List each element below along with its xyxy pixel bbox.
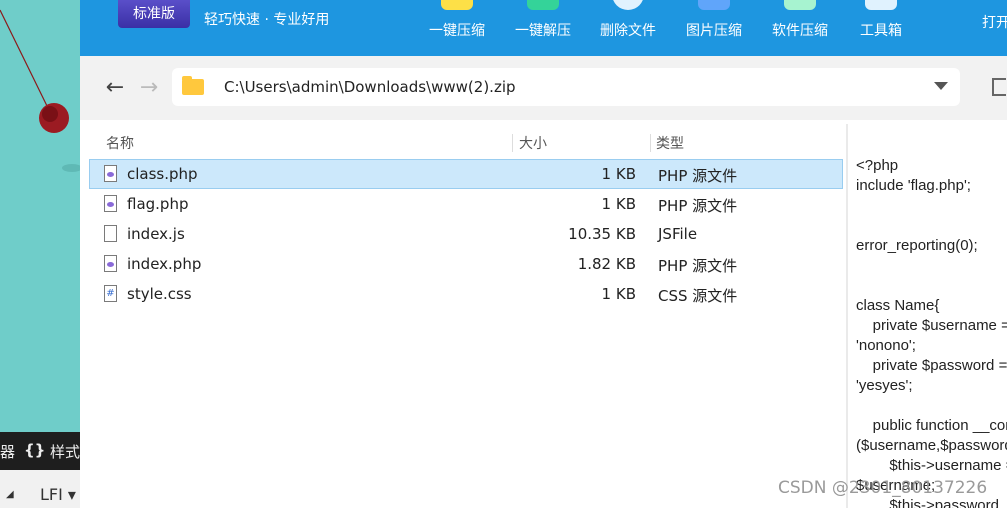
archive-window: 标准版 轻巧快速 · 专业好用 一键压缩 一键解压 删除文件 图片压缩 软件压缩… xyxy=(80,0,1007,508)
app-slogan: 轻巧快速 · 专业好用 xyxy=(204,12,330,28)
file-name: class.php xyxy=(127,165,198,183)
file-type: PHP 源文件 xyxy=(658,167,738,185)
background-dev-toolbar: 器 {} 样式 xyxy=(0,432,80,470)
column-divider[interactable] xyxy=(650,134,651,152)
image-compress-label: 图片压缩 xyxy=(686,23,742,39)
folder-icon xyxy=(182,76,204,95)
file-name: index.js xyxy=(127,225,185,243)
image-icon xyxy=(698,0,730,10)
software-compress-button[interactable]: 软件压缩 xyxy=(757,0,843,56)
forward-arrow-icon[interactable]: → xyxy=(136,76,162,100)
background-toolbar-item: 样式 xyxy=(50,443,80,461)
address-row: ← → C:\Users\admin\Downloads\www(2).zip xyxy=(80,56,1007,120)
extract-label: 一键解压 xyxy=(515,23,571,39)
watermark: CSDN @2301_80137226 xyxy=(778,478,988,498)
file-type: JSFile xyxy=(658,225,698,243)
file-row[interactable]: # style.css 1 KB CSS 源文件 xyxy=(90,280,842,308)
blank-file-icon xyxy=(104,225,117,242)
file-size: 10.35 KB xyxy=(568,225,636,243)
delete-label: 删除文件 xyxy=(600,23,656,39)
column-header-size[interactable]: 大小 xyxy=(519,133,547,153)
file-name: flag.php xyxy=(127,195,189,213)
file-row[interactable]: index.php 1.82 KB PHP 源文件 xyxy=(90,250,842,278)
software-compress-label: 软件压缩 xyxy=(772,23,828,39)
php-file-icon xyxy=(104,255,117,272)
toolbox-button[interactable]: 工具箱 xyxy=(838,0,924,56)
chevron-down-icon[interactable] xyxy=(934,82,948,90)
app-logo: 标准版 xyxy=(118,0,190,28)
delete-file-button[interactable]: 删除文件 xyxy=(585,0,671,56)
compress-label: 一键压缩 xyxy=(429,23,485,39)
extract-button[interactable]: 一键解压 xyxy=(500,0,586,56)
archive-path: C:\Users\admin\Downloads\www(2).zip xyxy=(224,78,516,96)
corner-triangle-icon: ◢ xyxy=(6,489,14,500)
decorative-drawing xyxy=(0,9,80,172)
column-divider[interactable] xyxy=(512,134,513,152)
background-app: 器 {} 样式 ◢ LFI ▾ xyxy=(0,0,80,508)
file-row[interactable]: class.php 1 KB PHP 源文件 xyxy=(89,159,843,189)
file-type: PHP 源文件 xyxy=(658,197,738,215)
top-toolbar: 标准版 轻巧快速 · 专业好用 一键压缩 一键解压 删除文件 图片压缩 软件压缩… xyxy=(80,0,1007,56)
column-header-type[interactable]: 类型 xyxy=(656,133,684,153)
view-mode-icon[interactable] xyxy=(992,78,1006,96)
edition-label: 标准版 xyxy=(133,6,175,22)
file-preview-pane[interactable]: <?php include 'flag.php'; error_reportin… xyxy=(846,124,1007,508)
file-type: PHP 源文件 xyxy=(658,257,738,275)
software-icon xyxy=(784,0,816,10)
compress-button[interactable]: 一键压缩 xyxy=(414,0,500,56)
php-file-icon xyxy=(104,195,117,212)
braces-icon: {} xyxy=(24,441,46,459)
file-size: 1 KB xyxy=(601,195,636,213)
address-bar[interactable]: C:\Users\admin\Downloads\www(2).zip xyxy=(172,68,960,106)
background-toolbar-item: 器 xyxy=(0,443,16,461)
delete-icon xyxy=(612,0,644,10)
file-name: style.css xyxy=(127,285,192,303)
back-arrow-icon[interactable]: ← xyxy=(102,76,128,100)
compress-icon xyxy=(441,0,473,10)
toolbox-icon xyxy=(865,0,897,10)
file-list: 名称 大小 类型 class.php 1 KB PHP 源文件 flag.php… xyxy=(80,120,846,508)
file-row[interactable]: flag.php 1 KB PHP 源文件 xyxy=(90,190,842,218)
file-size: 1.82 KB xyxy=(577,255,636,273)
lfi-dropdown: LFI ▾ xyxy=(40,485,76,504)
image-compress-button[interactable]: 图片压缩 xyxy=(671,0,757,56)
file-size: 1 KB xyxy=(601,165,636,183)
open-button[interactable]: 打开 xyxy=(982,12,1007,32)
extract-icon xyxy=(527,0,559,10)
css-file-icon: # xyxy=(104,285,117,302)
column-header-name[interactable]: 名称 xyxy=(106,133,134,153)
php-file-icon xyxy=(104,165,117,182)
background-lower-bar: ◢ LFI ▾ xyxy=(0,470,80,508)
toolbox-label: 工具箱 xyxy=(860,23,902,39)
file-size: 1 KB xyxy=(601,285,636,303)
file-row[interactable]: index.js 10.35 KB JSFile xyxy=(90,220,842,248)
code-preview: <?php include 'flag.php'; error_reportin… xyxy=(856,157,1007,508)
file-type: CSS 源文件 xyxy=(658,287,738,305)
file-name: index.php xyxy=(127,255,202,273)
